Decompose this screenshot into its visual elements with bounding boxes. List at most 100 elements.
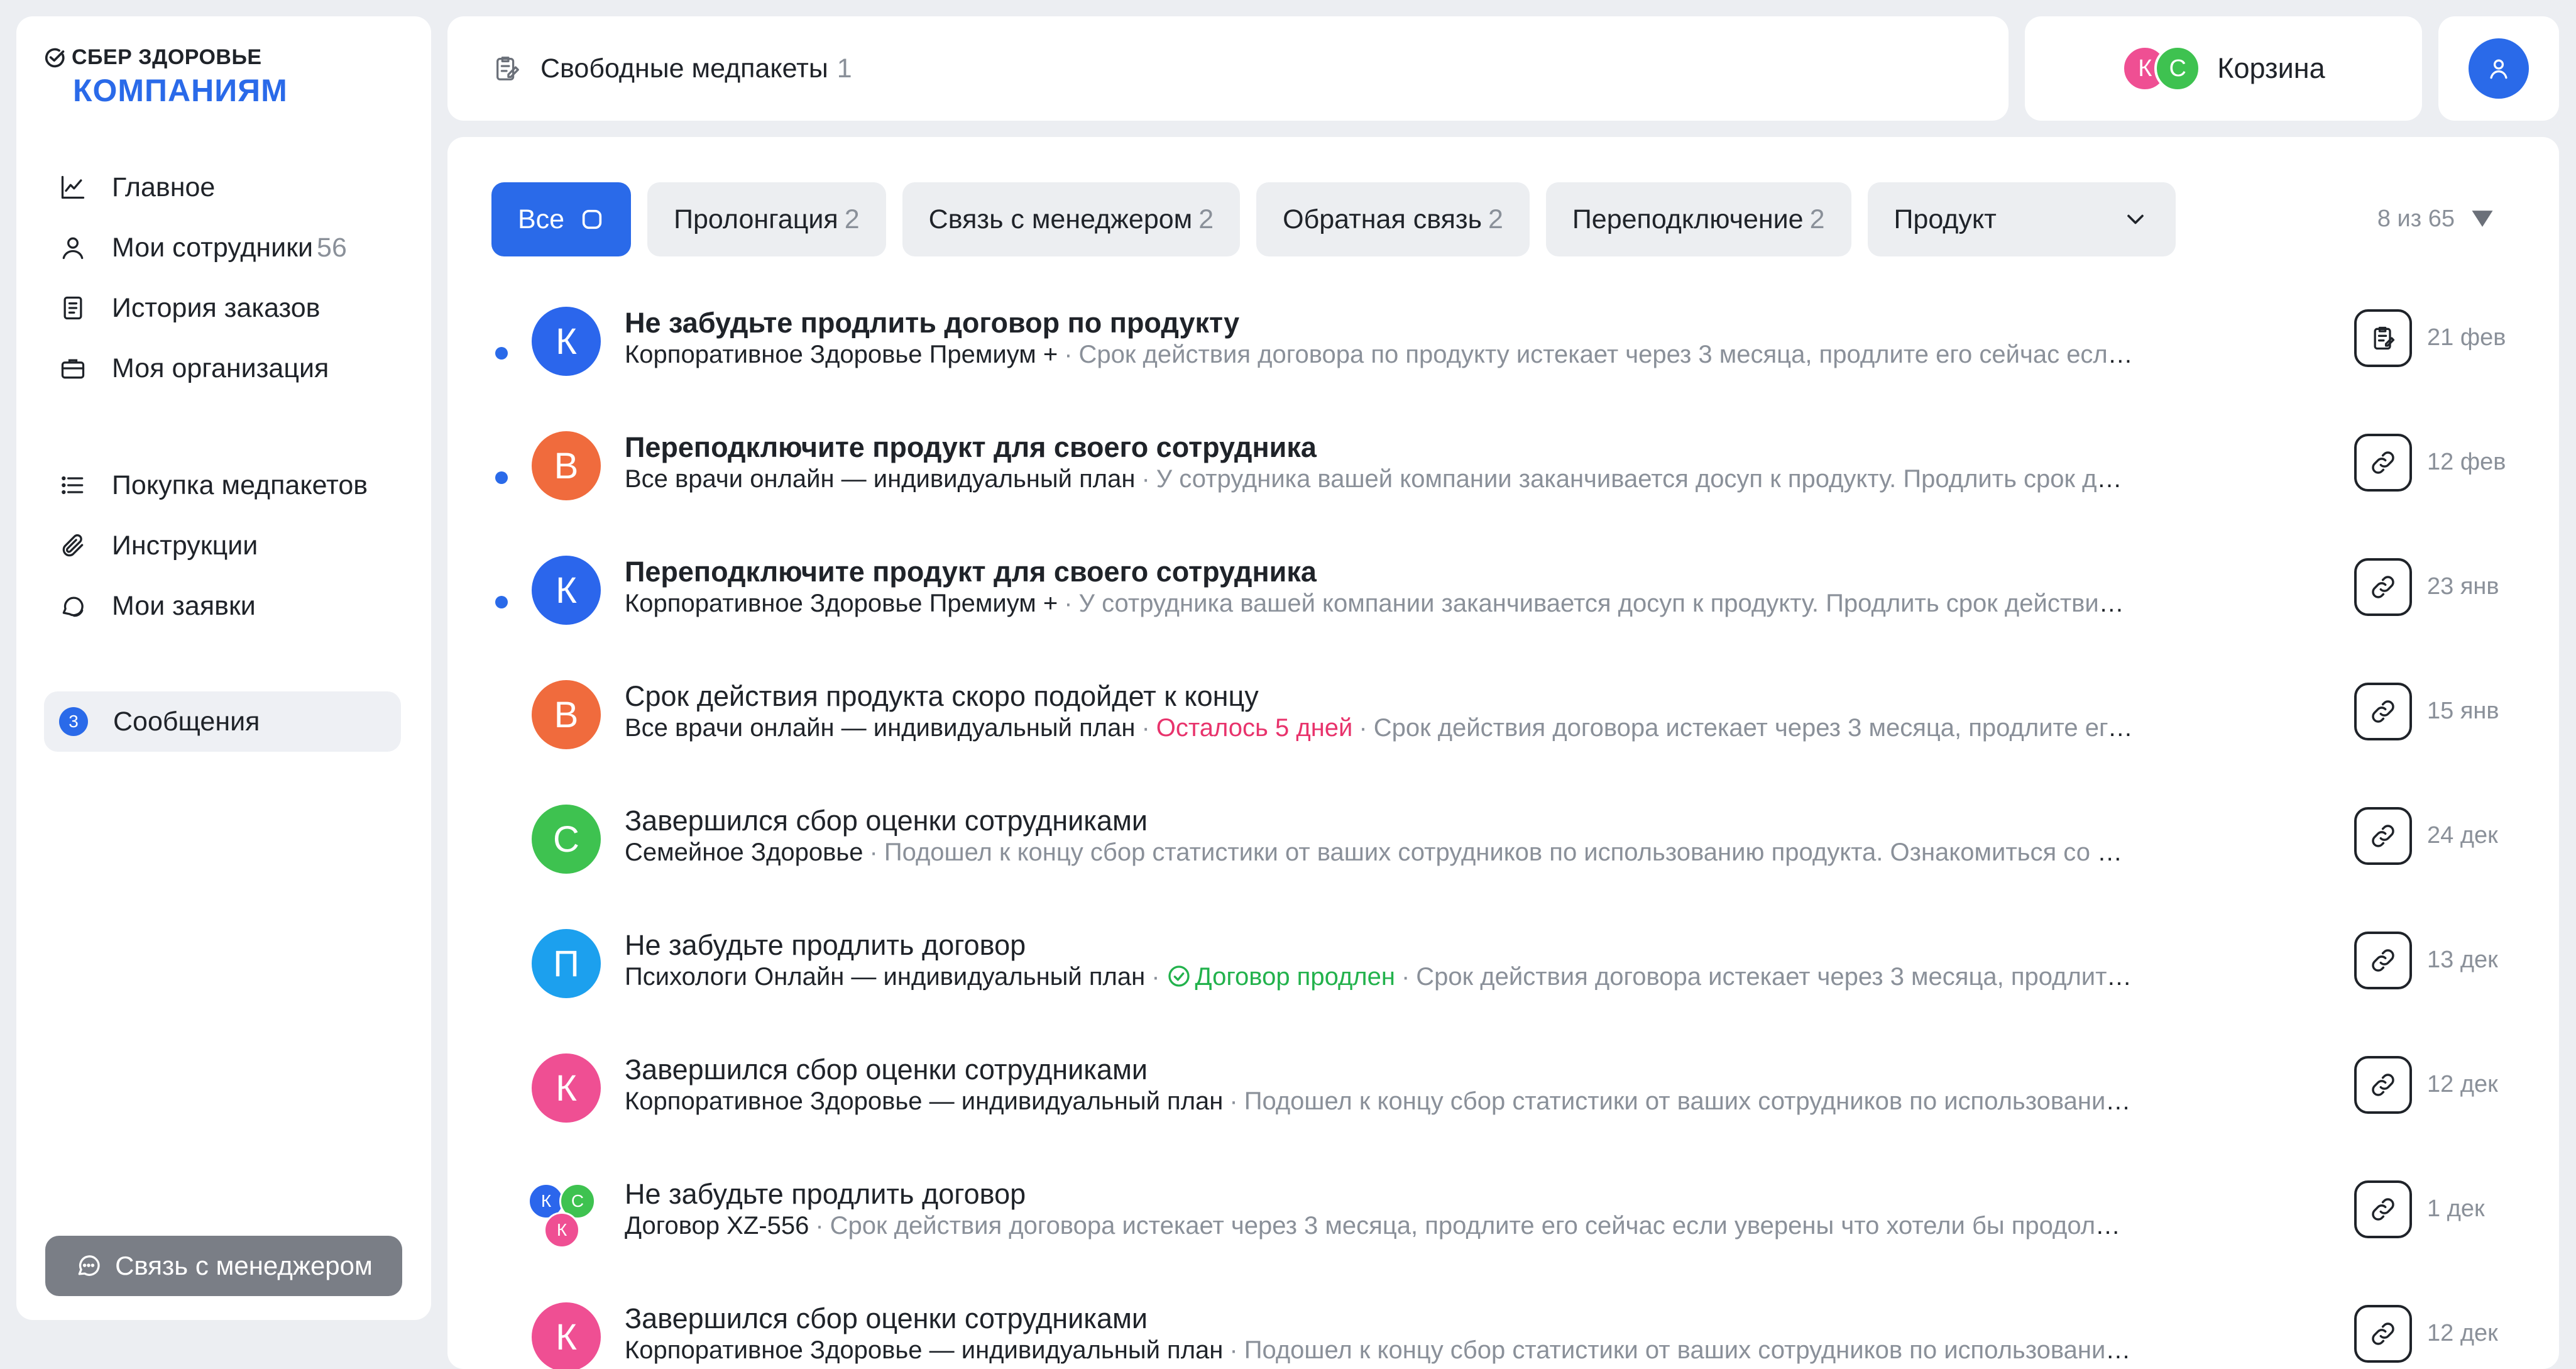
unread-dot <box>495 596 508 608</box>
status-text: Договор продлен <box>1195 963 1395 991</box>
briefcase-icon <box>61 359 85 379</box>
filter-all[interactable]: Все <box>491 182 632 256</box>
filter-label: Пролонгация <box>674 204 838 234</box>
nav-item-home[interactable]: Главное <box>44 157 401 217</box>
nav-item-employees[interactable]: Мои сотрудники 56 <box>44 217 401 278</box>
message-row[interactable]: С Завершился сбор оценки сотрудниками Семе… <box>447 800 2559 924</box>
message-date: 23 янв <box>2427 573 2499 600</box>
contact-manager-button[interactable]: Связь с менеджером <box>45 1236 402 1296</box>
message-action-button[interactable] <box>2354 434 2412 492</box>
message-description: Подошел к концу сбор статистики от ваших… <box>1244 1087 2133 1115</box>
nav-item-instructions[interactable]: Инструкции <box>44 515 401 576</box>
avatar: С <box>2154 45 2201 92</box>
sber-logo-icon <box>45 48 65 67</box>
filter-label: Все <box>518 204 565 234</box>
avatar: П <box>532 929 601 998</box>
message-description: Срок действия договора по продукту истек… <box>1078 341 2133 368</box>
message-action-button[interactable] <box>2354 1180 2412 1238</box>
message-product: Корпоративное Здоровье — индивидуальный … <box>625 1336 1224 1364</box>
filter-count: 2 <box>1809 204 1825 234</box>
clipboard-icon <box>2374 326 2395 350</box>
nav-label: Сообщения <box>113 706 260 737</box>
messages-nav: 3 Сообщения <box>44 691 401 752</box>
message-row[interactable]: К Завершился сбор оценки сотрудниками Корп… <box>447 1048 2559 1173</box>
message-action-button[interactable] <box>2354 558 2412 616</box>
filter-label: Связь с менеджером <box>928 204 1193 234</box>
filter-prolongation[interactable]: Пролонгация 2 <box>647 182 886 256</box>
brand-bottom-text: КОМПАНИЯМ <box>73 73 288 108</box>
message-row[interactable]: К С К Не забудьте продлить договор Договор X… <box>447 1173 2559 1297</box>
message-date: 12 фев <box>2427 449 2506 475</box>
message-subtitle: Корпоративное Здоровье Премиум + · У сотру… <box>625 590 2133 618</box>
check-circle-icon <box>1168 965 1190 987</box>
message-subtitle: Все врачи онлайн — индивидуальный план · У… <box>625 465 2133 493</box>
nav-item-organization[interactable]: Моя организация <box>44 338 401 399</box>
filter-feedback[interactable]: Обратная связь 2 <box>1256 182 1530 256</box>
message-description: Срок действия договора истекает через 3 … <box>1373 714 2133 742</box>
triangle-down-icon[interactable] <box>2469 205 2496 233</box>
pagination-text: 8 из 65 <box>2377 205 2455 232</box>
message-description: У сотрудника вашей компании заканчиваетс… <box>1156 465 2133 493</box>
message-action-button[interactable] <box>2354 309 2412 367</box>
message-title: Срок действия продукта скоро подойдет к … <box>625 680 1259 712</box>
message-row[interactable]: П Не забудьте продлить договор Психологи О… <box>447 924 2559 1048</box>
nav-label: Мои заявки <box>112 590 256 621</box>
main-nav: Главное Мои сотрудники 56 История заказов… <box>44 157 401 399</box>
message-date: 13 дек <box>2427 947 2498 973</box>
message-description: Подошел к концу сбор статистики от ваших… <box>1244 1336 2133 1364</box>
messages-badge: 3 <box>59 707 88 736</box>
filter-count: 2 <box>844 204 860 234</box>
messages-panel: Все Пролонгация 2 Связь с менеджером 2 Обр… <box>447 137 2559 1369</box>
link-icon <box>2372 825 2394 847</box>
separator: · <box>1359 714 1367 742</box>
clipboard-edit-icon <box>496 57 519 80</box>
message-title: Переподключите продукт для своего сотруд… <box>625 431 1317 463</box>
message-title: Не забудьте продлить договор <box>625 929 1026 961</box>
message-action-button[interactable] <box>2354 1056 2412 1114</box>
message-row[interactable]: К Завершился сбор оценки сотрудниками Корп… <box>447 1297 2559 1369</box>
nav-label: Мои сотрудники <box>112 232 314 263</box>
message-row[interactable]: В Переподключите продукт для своего сотру… <box>447 426 2559 551</box>
link-icon <box>2372 949 2394 972</box>
nav-item-buy-medpackages[interactable]: Покупка медпакетов <box>44 455 401 515</box>
avatar: К <box>532 1053 601 1123</box>
message-description: У сотрудника вашей компании заканчиваетс… <box>1078 590 2133 617</box>
link-icon <box>2372 1322 2394 1345</box>
filter-reconnection[interactable]: Переподключение 2 <box>1545 182 1851 256</box>
message-action-button[interactable] <box>2354 932 2412 989</box>
message-description: Подошел к концу сбор статистики от ваших… <box>884 838 2133 866</box>
separator: · <box>1064 590 1073 617</box>
nav-item-requests[interactable]: Мои заявки <box>44 576 401 636</box>
message-row[interactable]: К Переподключите продукт для своего сотру… <box>447 551 2559 675</box>
separator: · <box>1229 1336 1238 1364</box>
message-subtitle: Договор XZ-556 · Срок действия договора ис… <box>625 1212 2133 1240</box>
nav-item-order-history[interactable]: История заказов <box>44 278 401 338</box>
nav-label: Покупка медпакетов <box>112 470 368 500</box>
message-action-button[interactable] <box>2354 683 2412 740</box>
message-product: Все врачи онлайн — индивидуальный план <box>625 465 1136 493</box>
filter-manager-contact[interactable]: Связь с менеджером 2 <box>902 182 1241 256</box>
nav-label: Инструкции <box>112 530 258 561</box>
profile-button[interactable] <box>2469 38 2529 99</box>
message-row[interactable]: К Не забудьте продлить договор по продукт… <box>447 302 2559 426</box>
sidebar: СБЕР ЗДОРОВЬЕ КОМПАНИЯМ Главное Мои сотр… <box>16 16 431 1320</box>
message-action-button[interactable] <box>2354 1305 2412 1363</box>
contact-manager-label: Связь с менеджером <box>115 1251 373 1280</box>
message-row[interactable]: В Срок действия продукта скоро подойдет к… <box>447 675 2559 800</box>
product-select-value: Продукт <box>1894 204 1997 234</box>
brand-top-text: СБЕР ЗДОРОВЬЕ <box>72 45 262 69</box>
separator: · <box>1229 1087 1238 1115</box>
chat-bubble-icon <box>78 1255 100 1276</box>
profile-card <box>2438 16 2559 121</box>
free-medpackages-bar[interactable]: Свободные медпакеты 1 <box>447 16 2009 121</box>
product-select[interactable]: Продукт <box>1867 182 2176 256</box>
cart-button[interactable]: К С Корзина <box>2025 16 2422 121</box>
brand-logo[interactable]: СБЕР ЗДОРОВЬЕ КОМПАНИЯМ <box>44 45 288 109</box>
avatar: К <box>532 556 601 625</box>
paperclip-icon <box>62 534 84 557</box>
message-action-button[interactable] <box>2354 807 2412 865</box>
filter-count: 2 <box>1198 204 1214 234</box>
nav-item-messages[interactable]: 3 Сообщения <box>44 691 401 752</box>
top-count: 1 <box>836 53 852 84</box>
separator: · <box>815 1212 824 1240</box>
